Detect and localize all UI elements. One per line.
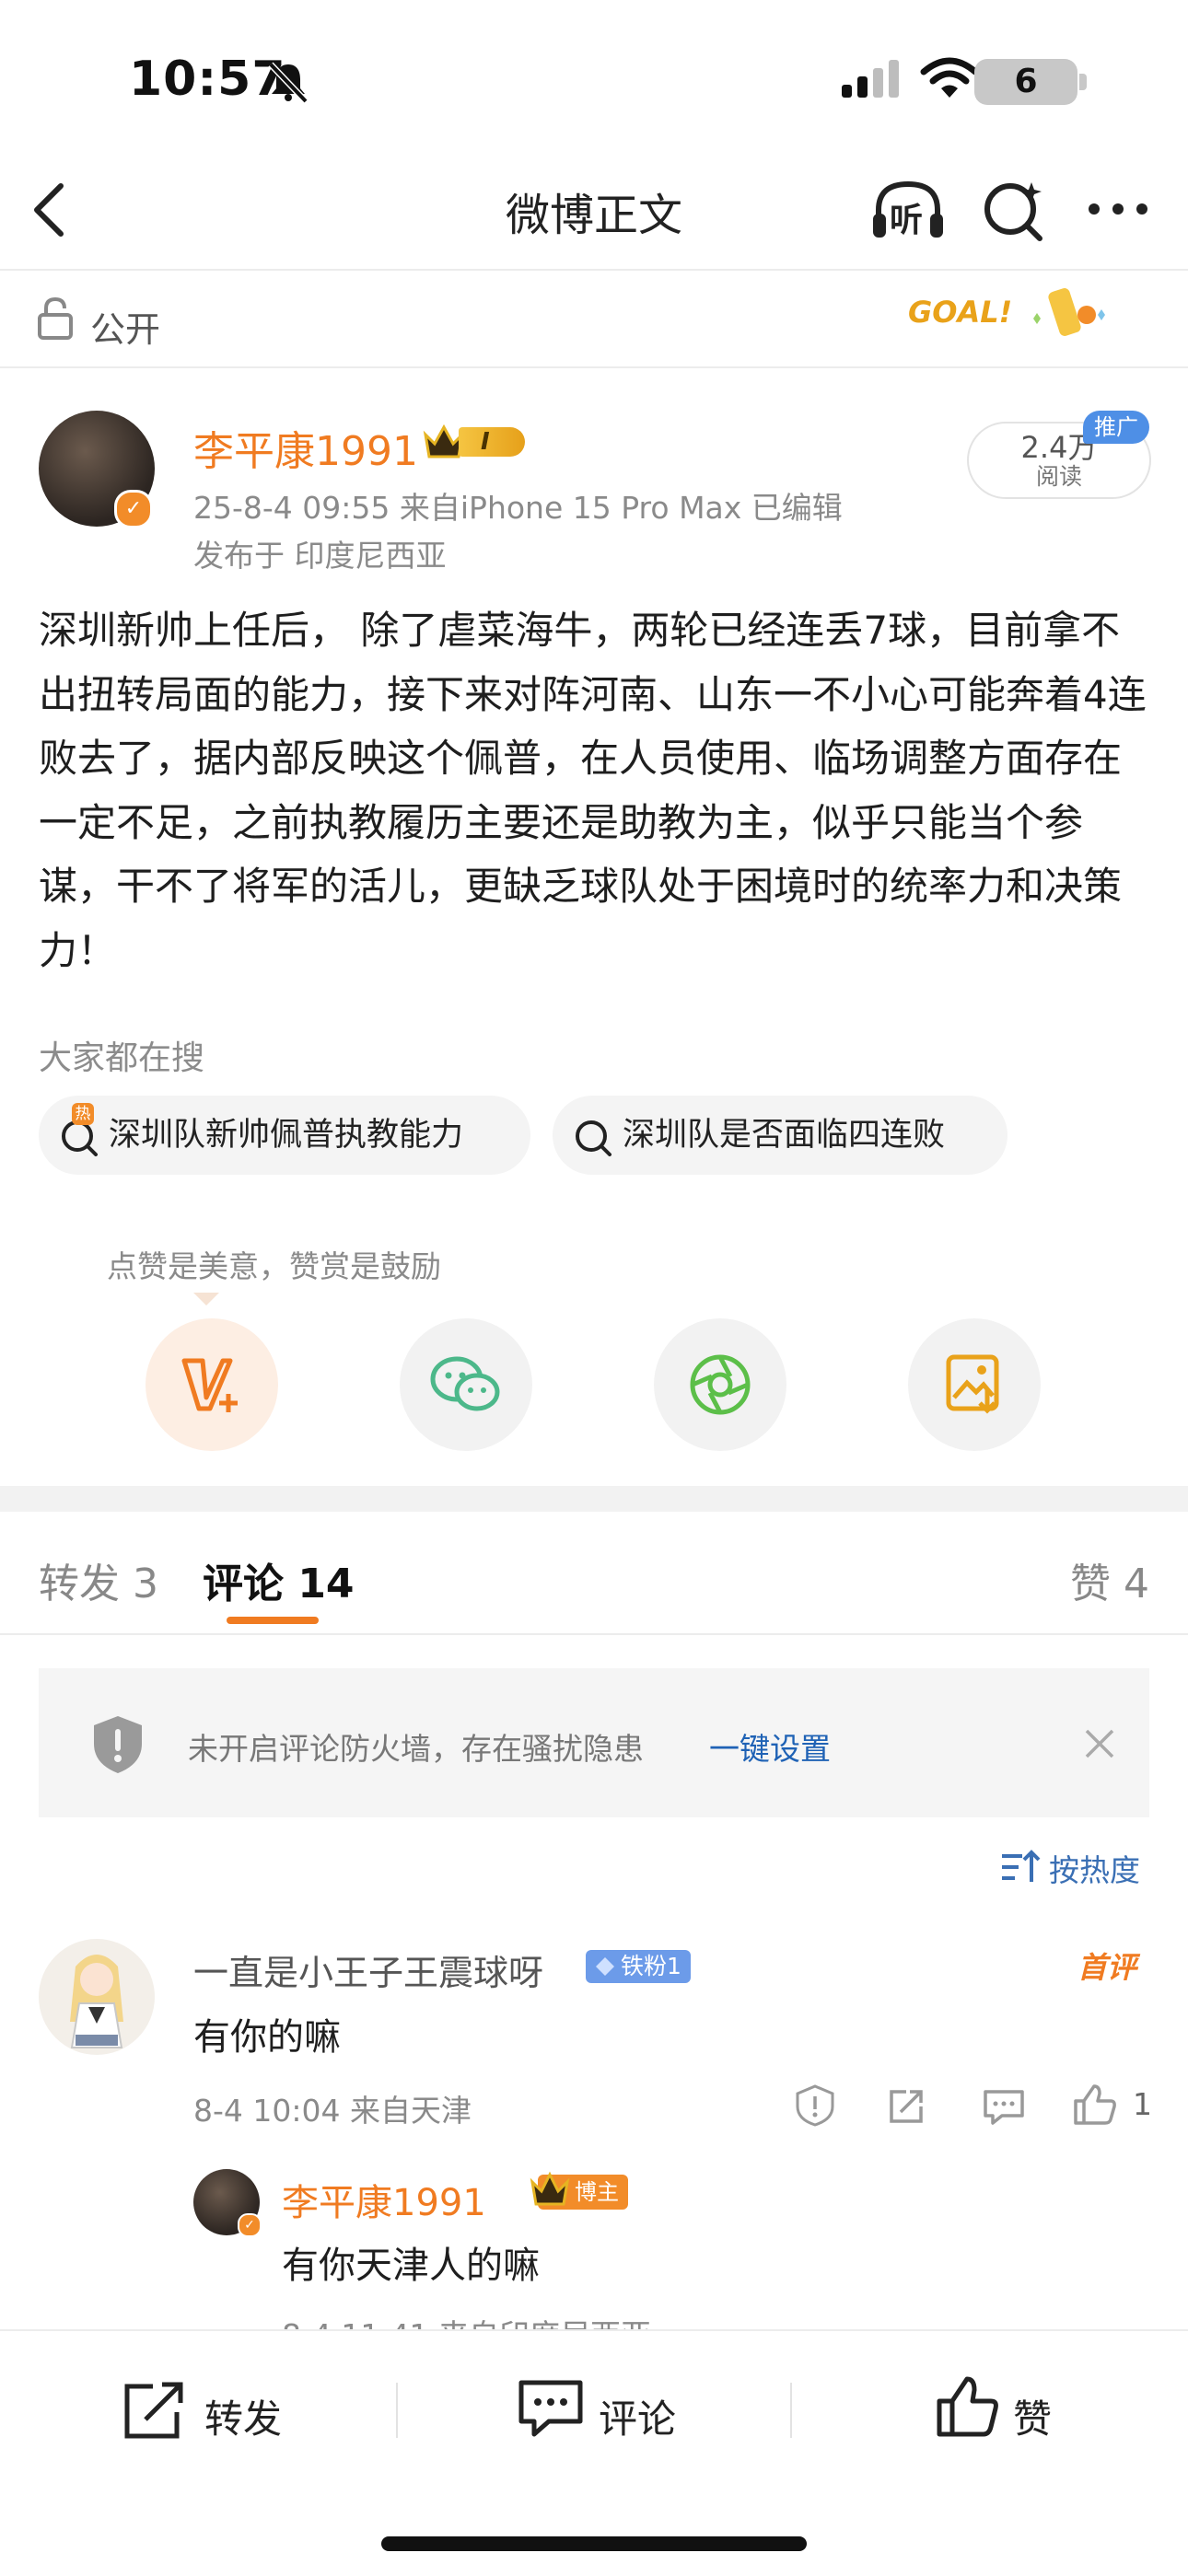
member-level: I [481,428,490,456]
moments-aperture-icon [690,1354,751,1415]
member-level-badge: I [422,422,525,462]
comment-button[interactable]: 评论 [599,2388,676,2444]
sort-icon[interactable] [1000,1849,1041,1886]
fan-badge-label: 铁粉1 [621,1953,681,1979]
battery-icon: 6 [974,59,1087,105]
firewall-setup-link[interactable]: 一键设置 [709,1724,831,1769]
first-comment-badge: 首评 [1077,1950,1137,1985]
reward-v-plus-icon [181,1358,238,1412]
reply-text: 有你天津人的嘛 [282,2245,540,2287]
reward-hint: 点赞是美意，赞赏是鼓励 [107,1248,441,1284]
report-icon[interactable] [794,2084,836,2127]
reward-hint-pointer [193,1293,219,1305]
repost-button[interactable]: 转发 [204,2388,282,2444]
verified-badge-icon: ✓ [238,2213,262,2237]
reply-avatar[interactable]: ✓ [193,2169,262,2237]
shield-warning-icon [94,1716,142,1773]
author-badge: 博主 [530,2171,628,2210]
like-thumb-icon[interactable] [936,2375,1000,2438]
repost-icon[interactable] [122,2381,188,2442]
comment-icon[interactable] [518,2379,584,2440]
hot-badge: 热 [72,1103,94,1125]
crown-icon [530,2171,570,2206]
forward-icon[interactable] [886,2086,926,2127]
share-wechat-button[interactable] [400,1318,532,1451]
tab-comment[interactable]: 评论 14 [203,1550,355,1609]
search-icon [576,1120,611,1156]
read-label: 阅读 [1035,463,1082,490]
search-chip-2[interactable]: 深圳队是否面临四连败 [553,1096,1007,1175]
goal-sticker-text: GOAL! [908,295,1013,330]
close-icon[interactable] [1081,1725,1118,1762]
commenter-avatar[interactable] [39,1939,155,2055]
search-chip-1-label: 深圳队新帅佩普执教能力 [109,1117,464,1154]
comment-meta: 8-4 10:04 来自天津 [193,2093,472,2129]
battery-level: 6 [1014,63,1038,100]
firewall-notice-text: 未开启评论防火墙，存在骚扰隐患 [188,1731,644,1767]
wifi-icon [920,57,979,98]
promo-badge: 推广 [1083,411,1149,444]
visibility-label[interactable]: 公开 [90,301,160,352]
wechat-icon [430,1356,500,1411]
listen-label: 听 [890,202,924,239]
cellular-signal-icon [842,60,899,98]
home-indicator [381,2536,807,2551]
sort-label[interactable]: 按热度 [1049,1846,1140,1890]
author-avatar[interactable]: ✓ [39,411,155,528]
unlock-icon [38,296,73,340]
share-moments-button[interactable] [654,1318,786,1451]
like-button[interactable]: 赞 [1013,2388,1052,2444]
post-meta: 25-8-4 09:55 来自iPhone 15 Pro Max 已编辑 [193,490,843,526]
search-sparkle-icon[interactable] [982,179,1046,243]
author-name[interactable]: 李平康1991 [193,418,418,477]
save-image-icon [946,1354,999,1414]
commenter-name[interactable]: 一直是小王子王震球呀 [193,1944,543,1995]
tab-like[interactable]: 赞 4 [1070,1550,1149,1609]
search-chip-1[interactable]: 热 深圳队新帅佩普执教能力 [39,1096,530,1175]
search-section-title: 大家都在搜 [39,1039,205,1077]
fan-badge: 铁粉1 [586,1950,691,1983]
goal-sticker: GOAL! [891,276,1112,342]
like-icon[interactable] [1072,2083,1118,2127]
author-badge-label: 博主 [575,2179,619,2205]
reward-button[interactable] [146,1318,278,1451]
tab-repost[interactable]: 转发 3 [39,1550,158,1609]
visibility-divider [0,366,1188,368]
save-image-button[interactable] [908,1318,1041,1451]
verified-badge-icon: ✓ [114,490,153,528]
nav-divider [0,269,1188,271]
comment-text: 有你的嘛 [193,2016,341,2059]
status-time: 10:57 [129,52,286,107]
post-body: 深圳新帅上任后， 除了虐菜海牛，两轮已经连丢7球，目前拿不出扭转局面的能力，接下… [39,608,1147,973]
goal-drink-icon [1033,288,1105,336]
more-options-icon[interactable] [1087,195,1149,223]
bottom-bar-separator [790,2383,792,2438]
bell-muted-icon [268,62,309,104]
bottom-bar-separator [396,2383,398,2438]
anime-avatar-image [70,1955,123,2048]
reply-comment-icon[interactable] [982,2088,1026,2127]
post-location: 发布于 印度尼西亚 [193,538,447,574]
diamond-icon [596,1957,614,1976]
reply-author-name[interactable]: 李平康1991 [282,2173,486,2226]
section-separator [0,1486,1188,1512]
like-count: 1 [1133,2086,1152,2122]
search-chip-2-label: 深圳队是否面临四连败 [623,1117,946,1154]
tab-active-indicator [227,1617,319,1624]
tabs-divider [0,1633,1188,1635]
listen-button[interactable]: 听 [869,179,947,241]
